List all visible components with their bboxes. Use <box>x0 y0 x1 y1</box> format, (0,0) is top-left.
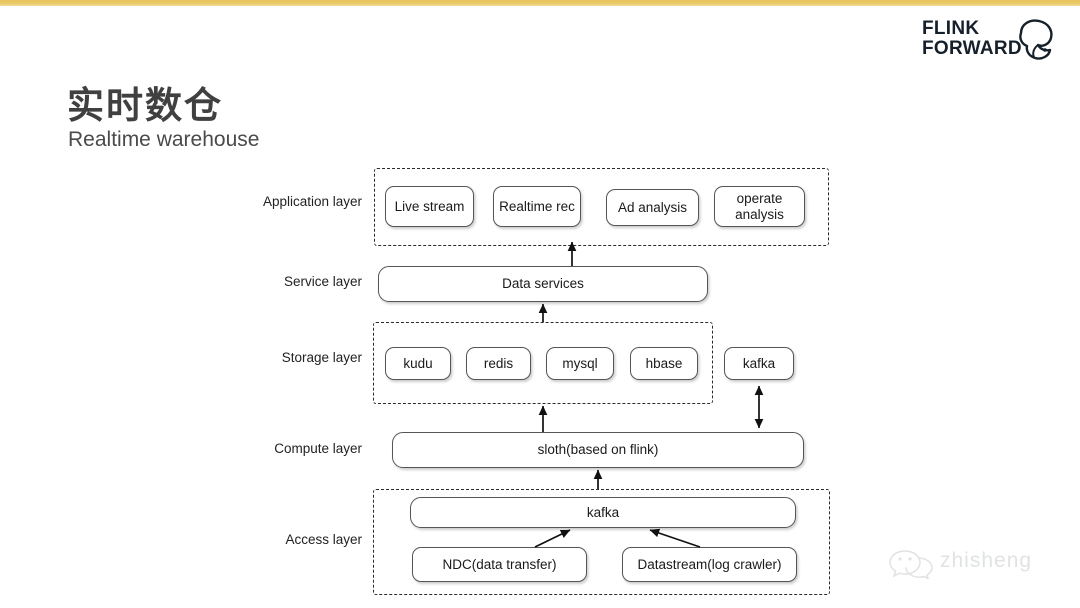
node-data-services[interactable]: Data services <box>378 266 708 302</box>
node-kafka-storage[interactable]: kafka <box>724 347 794 380</box>
node-sloth-compute[interactable]: sloth(based on flink) <box>392 432 804 468</box>
flink-forward-logo: FLINK FORWARD <box>922 17 1058 65</box>
node-realtime-rec[interactable]: Realtime rec <box>493 186 581 227</box>
layer-label-access: Access layer <box>285 532 362 547</box>
layer-label-service: Service layer <box>283 274 362 289</box>
squirrel-icon <box>1019 19 1053 60</box>
node-mysql[interactable]: mysql <box>546 347 614 380</box>
node-live-stream[interactable]: Live stream <box>385 186 474 227</box>
top-accent-bar <box>0 0 1080 6</box>
node-kudu[interactable]: kudu <box>385 347 451 380</box>
node-operate-analysis[interactable]: operate analysis <box>714 186 805 227</box>
layer-label-storage: Storage layer <box>281 350 362 365</box>
layer-label-compute: Compute layer <box>274 441 362 456</box>
node-hbase[interactable]: hbase <box>630 347 698 380</box>
watermark: zhisheng <box>888 545 1068 585</box>
wechat-icon <box>889 550 933 579</box>
layer-label-application: Application layer <box>262 194 362 209</box>
node-ad-analysis[interactable]: Ad analysis <box>606 189 699 226</box>
page-title-cn: 实时数仓 <box>67 85 223 126</box>
slide-canvas: FLINK FORWARD 实时数仓 Realtime warehouse Ap… <box>0 0 1080 608</box>
node-kafka-access[interactable]: kafka <box>410 497 796 528</box>
node-redis[interactable]: redis <box>466 347 531 380</box>
logo-line-2: FORWARD <box>922 38 1022 59</box>
watermark-text: zhisheng <box>940 549 1033 572</box>
logo-wordmark: FLINK FORWARD <box>922 19 1022 59</box>
logo-line-1: FLINK <box>922 18 980 39</box>
page-title-en: Realtime warehouse <box>68 128 260 151</box>
node-datastream-log-crawler[interactable]: Datastream(log crawler) <box>622 547 797 582</box>
node-ndc-data-transfer[interactable]: NDC(data transfer) <box>412 547 587 582</box>
